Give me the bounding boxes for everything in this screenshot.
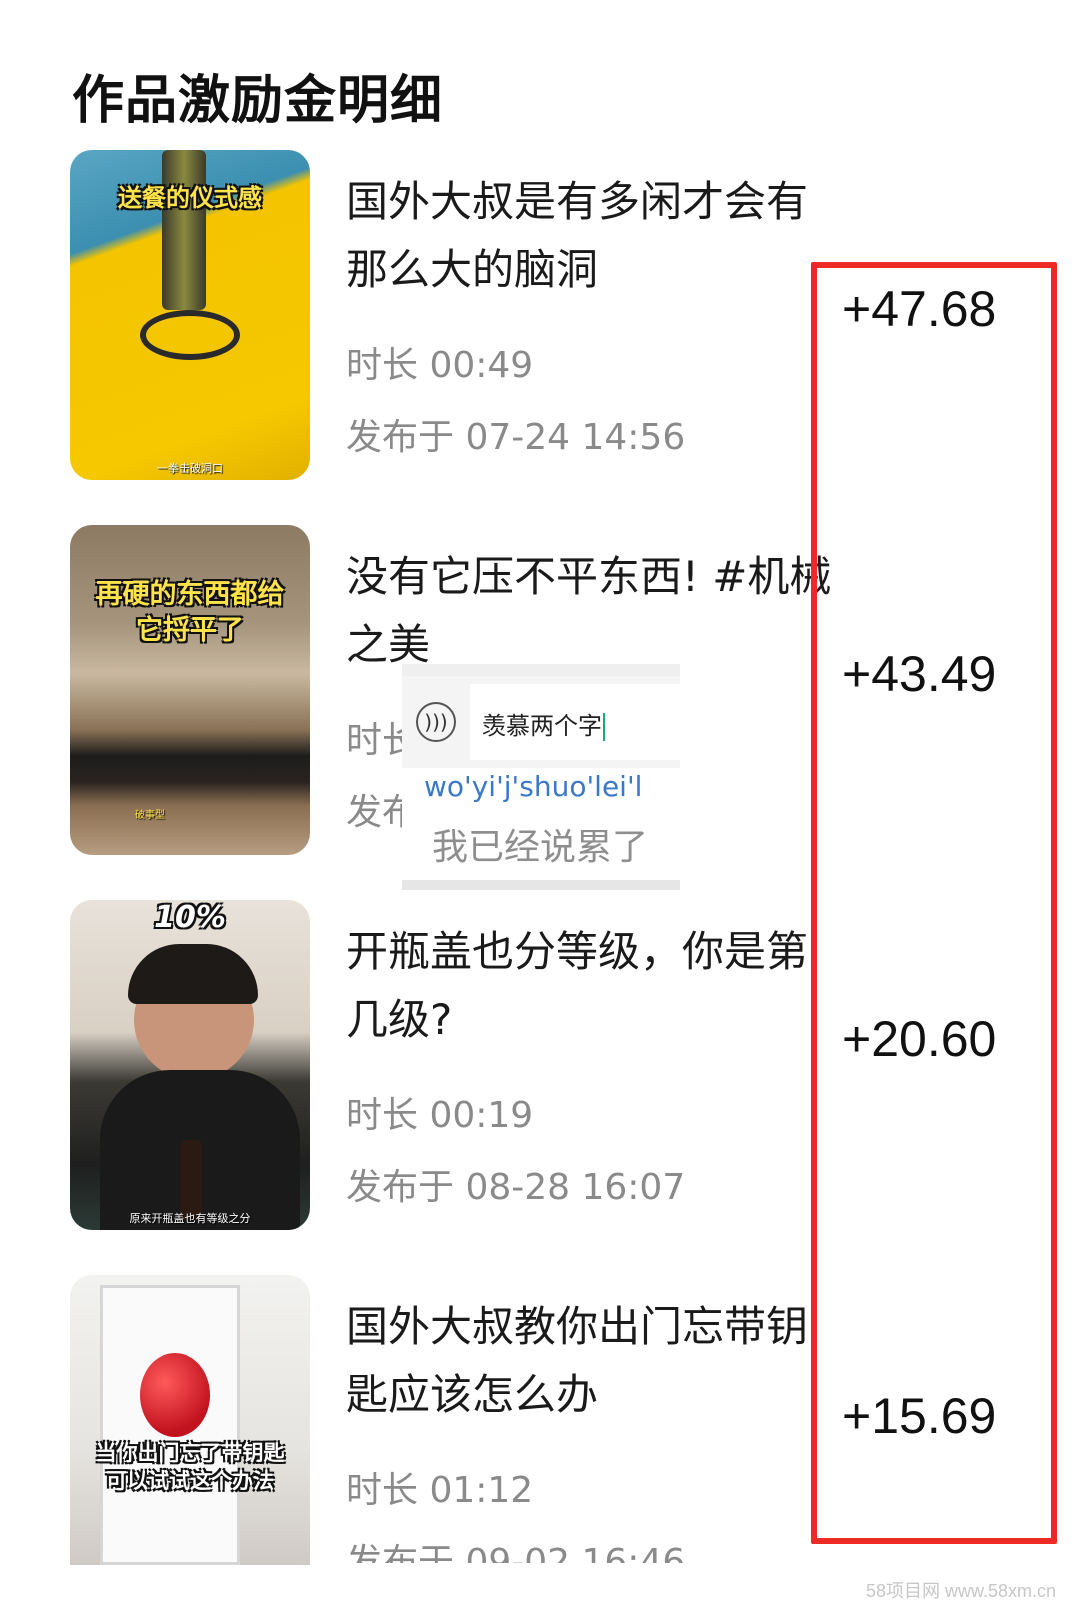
video-thumbnail[interactable]: 当你出门忘了带钥匙可以试试这个办法 <box>70 1275 310 1565</box>
ime-input-field[interactable]: 羡慕两个字 <box>470 684 680 760</box>
thumbnail-caption: 送餐的仪式感 <box>118 184 262 212</box>
thumbnail-caption: 再硬的东西都给它捋平了 <box>95 579 285 646</box>
ime-input-row: ))) 羡慕两个字 <box>402 676 680 768</box>
video-title[interactable]: 国外大叔教你出门忘带钥匙应该怎么办 <box>346 1293 836 1429</box>
page-title: 作品激励金明细 <box>72 71 444 131</box>
ime-pinyin: wo'yi'j'shuo'lei'l <box>424 770 643 803</box>
publish-time: 发布于 09-02 16:46 <box>346 1542 686 1563</box>
ime-bottom-bar <box>402 880 680 890</box>
ime-input-text: 羡慕两个字 <box>482 712 602 740</box>
duration-text: 时长 00:19 <box>346 1095 534 1136</box>
duration-text: 时长 00:49 <box>346 345 534 386</box>
duration-text: 时长 01:12 <box>346 1470 534 1511</box>
ime-top-bar <box>402 664 680 676</box>
thumbnail-footer: 破事型 <box>135 810 165 821</box>
voice-icon[interactable]: ))) <box>416 702 456 742</box>
video-thumbnail[interactable]: 再硬的东西都给它捋平了 破事型 <box>70 525 310 855</box>
publish-time: 发布于 07-24 14:56 <box>346 417 686 458</box>
highlight-box <box>811 262 1057 1544</box>
ime-popup[interactable]: ))) 羡慕两个字 wo'yi'j'shuo'lei'l 我已经说累了 <box>402 664 680 890</box>
video-title[interactable]: 开瓶盖也分等级，你是第几级? <box>346 918 836 1054</box>
video-thumbnail[interactable]: 10% 原来开瓶盖也有等级之分 <box>70 900 310 1230</box>
video-title[interactable]: 国外大叔是有多闲才会有那么大的脑洞 <box>346 168 836 304</box>
thumbnail-footer: 一拳击破洞口 <box>157 462 223 475</box>
thumbnail-caption: 10% <box>154 900 226 935</box>
thumbnail-caption: 当你出门忘了带钥匙可以试试这个办法 <box>95 1441 285 1493</box>
ime-candidate[interactable]: 我已经说累了 <box>432 818 648 870</box>
publish-time: 发布于 08-28 16:07 <box>346 1167 686 1208</box>
video-title[interactable]: 没有它压不平东西! #机械之美 <box>346 543 836 679</box>
text-cursor <box>603 713 605 741</box>
watermark: 58项目网 www.58xm.cn <box>865 1581 1056 1601</box>
thumbnail-footer: 原来开瓶盖也有等级之分 <box>129 1212 251 1225</box>
video-thumbnail[interactable]: 送餐的仪式感 一拳击破洞口 <box>70 150 310 480</box>
